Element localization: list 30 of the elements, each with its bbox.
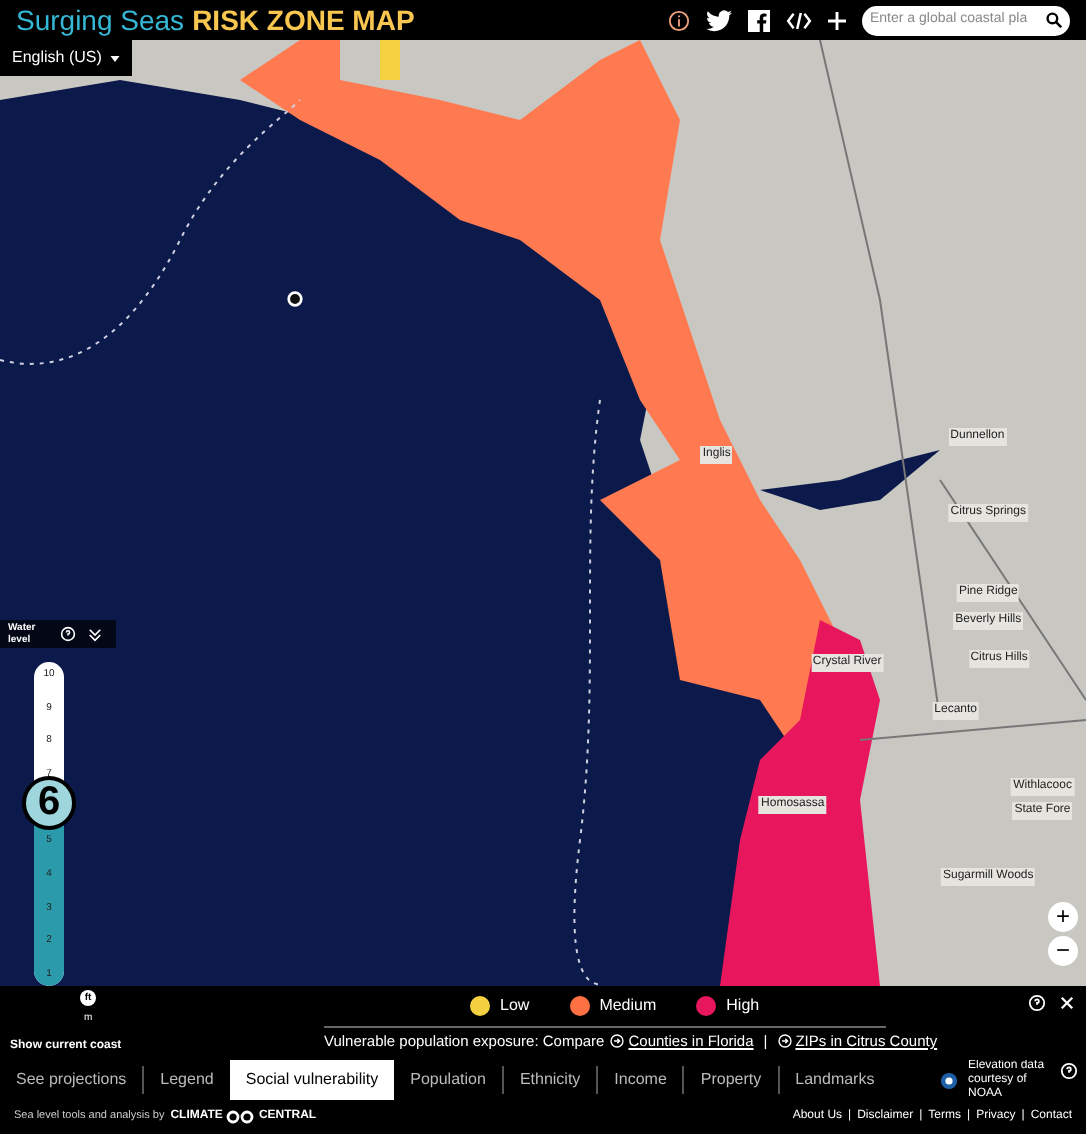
help-icon[interactable] <box>1060 1062 1078 1080</box>
app-title: Surging Seas <box>16 1 185 40</box>
language-selector[interactable]: English (US) <box>0 40 132 76</box>
caret-icon <box>109 55 120 61</box>
info-icon[interactable] <box>668 9 690 31</box>
tab[interactable]: Population <box>394 1060 502 1100</box>
bird-icon[interactable] <box>706 9 732 31</box>
code-icon[interactable] <box>786 11 812 29</box>
tab[interactable]: Property <box>684 1060 778 1100</box>
brand-logo-icon <box>226 1110 255 1124</box>
tab[interactable]: See projections <box>0 1060 143 1100</box>
collapse-icon[interactable] <box>88 627 102 641</box>
close-icon[interactable] <box>1060 996 1074 1010</box>
search-icon[interactable] <box>1046 12 1062 28</box>
letter-f-icon[interactable] <box>748 9 770 31</box>
tab[interactable]: Landmarks <box>779 1060 891 1100</box>
legend-label: High <box>726 994 760 1018</box>
arrow-circle-icon <box>777 1034 792 1049</box>
tab[interactable]: Social vulnerability <box>229 1060 395 1100</box>
help-icon[interactable] <box>1028 994 1046 1012</box>
arrow-circle-icon <box>610 1034 625 1049</box>
location-marker-icon <box>286 290 304 308</box>
app-subtitle: RISK ZONE MAP <box>192 1 415 39</box>
tab[interactable]: Legend <box>144 1060 230 1100</box>
plus-icon[interactable] <box>828 11 846 29</box>
legend-label: Low <box>500 994 530 1018</box>
tab[interactable]: Income <box>598 1060 683 1100</box>
help-icon[interactable] <box>60 626 76 642</box>
tab[interactable]: Ethnicity <box>503 1060 597 1100</box>
legend-label: Medium <box>599 994 657 1018</box>
